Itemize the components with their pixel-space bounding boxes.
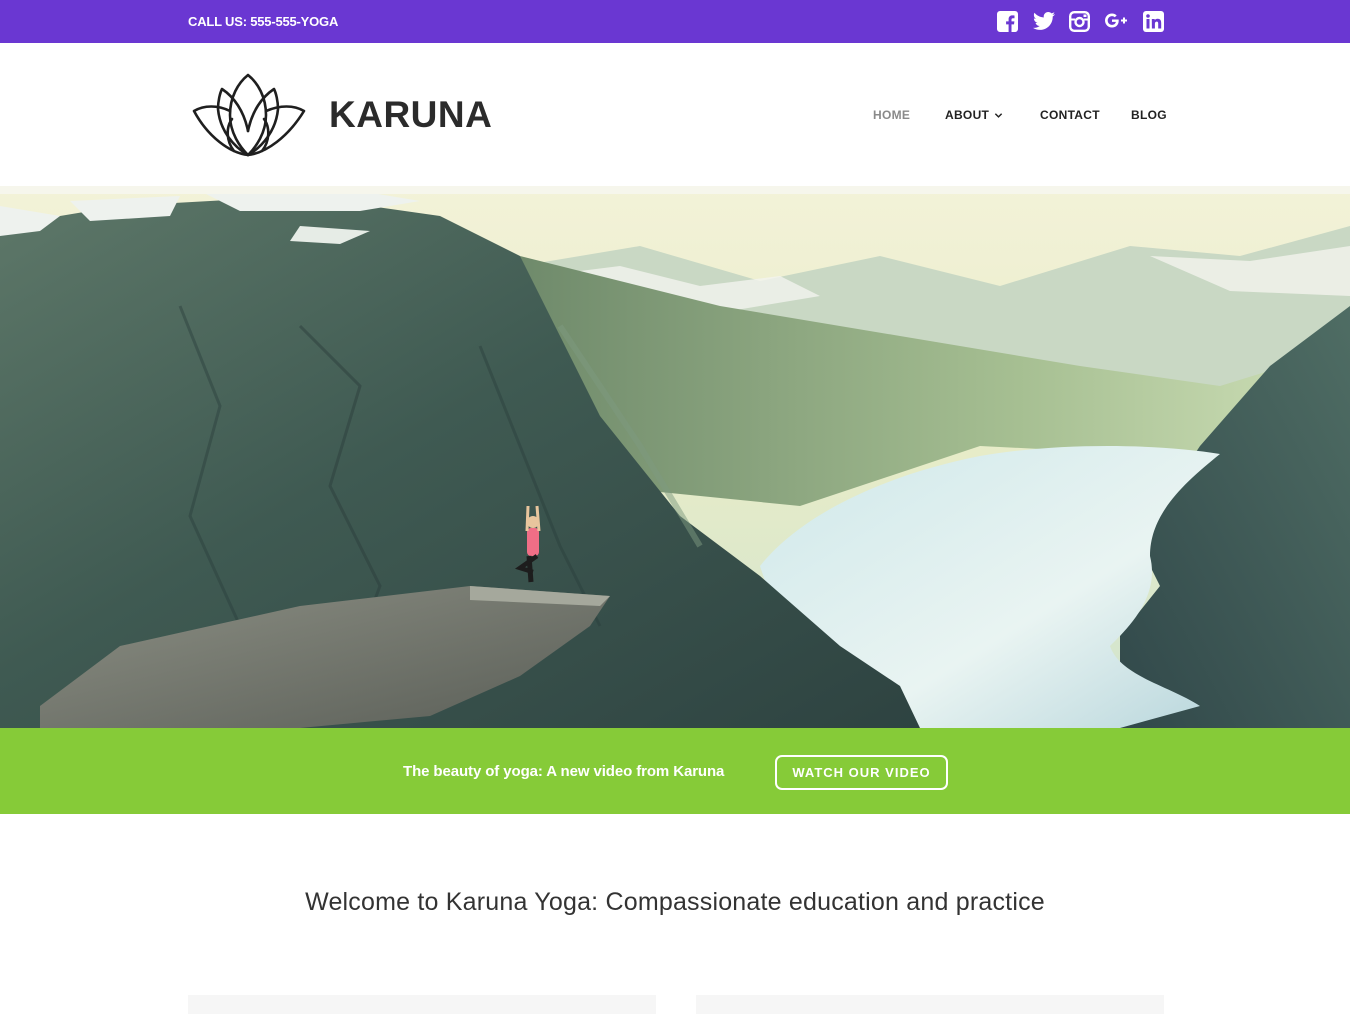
video-cta-bar: The beauty of yoga: A new video from Kar… [0,728,1350,814]
cta-message: The beauty of yoga: A new video from Kar… [403,763,725,780]
phone-number[interactable]: CALL US: 555-555-YOGA [188,14,338,29]
twitter-icon[interactable] [1032,9,1056,33]
nav-blog[interactable]: BLOG [1131,108,1167,122]
nav-home[interactable]: HOME [873,108,910,122]
instagram-icon[interactable] [1068,9,1090,33]
linkedin-icon[interactable] [1142,9,1164,33]
content-card-left [188,995,656,1014]
content-card-right [696,995,1164,1014]
welcome-heading: Welcome to Karuna Yoga: Compassionate ed… [305,888,1045,916]
site-header: KARUNA HOME ABOUT CONTACT BLOG [0,43,1350,186]
site-brand[interactable]: KARUNA [329,94,492,136]
nav-about-label: ABOUT [945,108,990,122]
nav-about[interactable]: ABOUT [945,108,1003,122]
facebook-icon[interactable] [996,9,1018,33]
google-plus-icon[interactable] [1104,9,1128,33]
nav-contact[interactable]: CONTACT [1040,108,1100,122]
lotus-logo-icon[interactable] [190,71,310,159]
chevron-down-icon [995,112,1003,118]
top-bar: CALL US: 555-555-YOGA [0,0,1350,43]
hero-image [0,186,1350,728]
watch-video-button[interactable]: WATCH OUR VIDEO [775,755,948,790]
